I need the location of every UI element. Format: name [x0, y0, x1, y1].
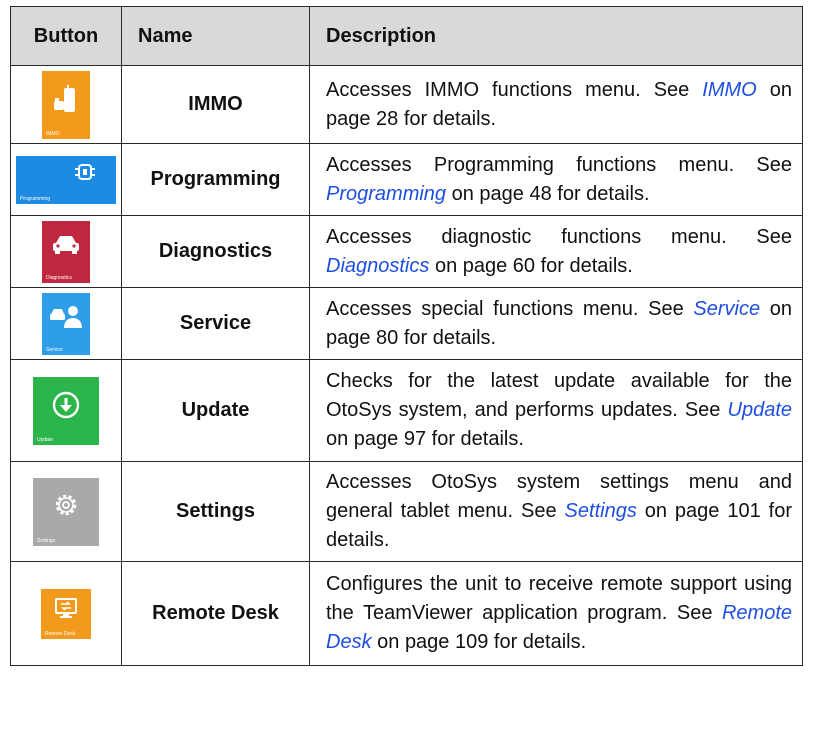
immo-tile[interactable]: IMMO — [42, 70, 90, 139]
tile-caption: Programming — [20, 195, 51, 202]
programming-tile[interactable]: Programming — [16, 155, 116, 204]
update-download-icon — [52, 391, 80, 418]
header-name: Name — [121, 6, 310, 66]
table-row: Programming Programming Accesses Program… — [10, 143, 803, 216]
row-name: Service — [121, 287, 310, 360]
tile-caption: Update — [37, 436, 54, 443]
diagnostics-tile[interactable]: Diagnostics — [42, 220, 90, 283]
table-row: Settings Settings Accesses OtoSys system… — [10, 461, 803, 562]
row-name: Diagnostics — [121, 215, 310, 288]
programming-chip-icon — [75, 163, 95, 180]
link-immo[interactable]: IMMO — [702, 79, 756, 101]
update-tile[interactable]: Update — [33, 376, 99, 445]
link-settings[interactable]: Settings — [565, 500, 637, 522]
table-row: Service Service Accesses special functio… — [10, 287, 803, 360]
table-row: Diagnostics Diagnostics Accesses diagnos… — [10, 215, 803, 288]
tile-caption: IMMO — [46, 130, 60, 137]
button-reference-table: Button Name Description IMMO IMMO Access… — [10, 6, 803, 666]
link-update[interactable]: Update — [728, 399, 793, 421]
row-name: Update — [121, 359, 310, 462]
header-button: Button — [10, 6, 122, 66]
settings-tile[interactable]: Settings — [33, 477, 99, 546]
settings-gear-icon — [55, 494, 77, 515]
row-description: Configures the unit to receive remote su… — [309, 561, 803, 666]
row-description: Checks for the latest update available f… — [309, 359, 803, 462]
remote-desk-tile[interactable]: Remote Desk — [41, 588, 91, 639]
row-description: Accesses IMMO functions menu. See IMMO o… — [309, 65, 803, 144]
row-name: Settings — [121, 461, 310, 562]
link-diagnostics[interactable]: Diagnostics — [326, 255, 429, 277]
table-row: Remote Desk Remote Desk Configures the u… — [10, 561, 803, 666]
tile-caption: Diagnostics — [46, 274, 72, 281]
row-name: Remote Desk — [121, 561, 310, 666]
tile-caption: Service — [46, 346, 63, 353]
table-row: Update Update Checks for the latest upda… — [10, 359, 803, 462]
tile-caption: Remote Desk — [45, 630, 76, 637]
table-header-row: Button Name Description — [10, 6, 803, 66]
diagnostics-car-icon — [53, 235, 79, 254]
tile-caption: Settings — [37, 537, 56, 544]
link-service[interactable]: Service — [693, 298, 760, 320]
row-description: Accesses Programming functions menu. See… — [309, 143, 803, 216]
service-mechanic-icon — [50, 305, 82, 328]
row-description: Accesses OtoSys system settings menu and… — [309, 461, 803, 562]
immo-key-icon — [54, 84, 75, 112]
row-name: Programming — [121, 143, 310, 216]
table-row: IMMO IMMO Accesses IMMO functions menu. … — [10, 65, 803, 144]
service-tile[interactable]: Service — [42, 292, 90, 355]
row-description: Accesses special functions menu. See Ser… — [309, 287, 803, 360]
row-name: IMMO — [121, 65, 310, 144]
row-description: Accesses diagnostic functions menu. See … — [309, 215, 803, 288]
link-programming[interactable]: Programming — [326, 183, 446, 205]
header-description: Description — [309, 6, 803, 66]
remote-desk-icon — [55, 597, 77, 618]
